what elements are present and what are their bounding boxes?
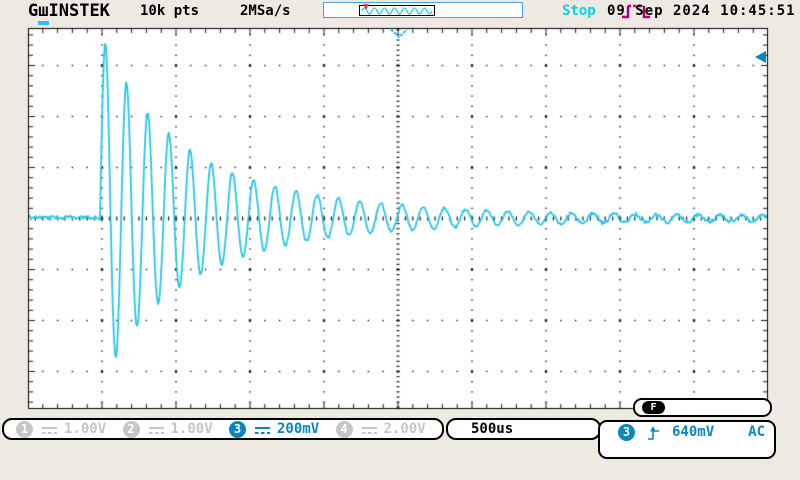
- dc-coupling-icon: [362, 427, 377, 435]
- dc-coupling-icon: [42, 427, 57, 435]
- logo-g: G: [28, 1, 38, 21]
- rising-edge-icon: [647, 425, 660, 441]
- channel-4-status[interactable]: 4 2.00V: [336, 421, 443, 438]
- memory-window: [359, 5, 435, 16]
- channel-1-scale: 1.00V: [64, 421, 106, 437]
- sample-rate-label: 2MSa/s: [240, 3, 291, 19]
- channel-2-badge: 2: [123, 421, 140, 438]
- datetime-label: 09 Sep 2024 10:45:51: [607, 3, 796, 19]
- memory-depth-label: 10k pts: [140, 3, 199, 19]
- trigger-info-box[interactable]: 3 640mV AC: [598, 420, 776, 459]
- trigger-level-value: 640mV: [672, 424, 714, 440]
- channel-2-scale: 1.00V: [171, 421, 213, 437]
- channel-4-scale: 2.00V: [384, 421, 426, 437]
- trigger-coupling-label: AC: [748, 424, 765, 440]
- channel-status-bar: 1 1.00V 2 1.00V 3 200mV 4 2.00V: [2, 418, 444, 440]
- gw-logo-w-icon: ш: [38, 1, 48, 25]
- memory-waveform-preview-icon: [360, 6, 434, 16]
- channel-3-scale: 200mV: [277, 421, 319, 437]
- timebase-scale: 500us: [471, 421, 513, 437]
- trigger-position-marker[interactable]: [389, 28, 409, 39]
- channel-3-badge: 3: [229, 421, 246, 438]
- logo-instek: INSTEK: [49, 1, 110, 21]
- gwinstek-logo: GшINSTEK: [28, 1, 110, 21]
- fine-indicator-box[interactable]: F: [633, 398, 772, 417]
- channel-1-status[interactable]: 1 1.00V: [16, 421, 123, 438]
- trigger-level-marker[interactable]: [755, 51, 766, 63]
- channel-4-badge: 4: [336, 421, 353, 438]
- channel-2-status[interactable]: 2 1.00V: [123, 421, 230, 438]
- dc-coupling-icon: [255, 427, 270, 435]
- memory-bar-indicator[interactable]: [323, 2, 523, 18]
- dc-coupling-icon: [149, 427, 164, 435]
- oscilloscope-screen: GшINSTEK 10k pts 2MSa/s Stop 09 Sep 2024…: [0, 0, 800, 480]
- fine-badge: F: [642, 401, 665, 414]
- trigger-source-badge: 3: [618, 424, 635, 441]
- channel-3-status[interactable]: 3 200mV: [229, 421, 336, 438]
- channel-1-badge: 1: [16, 421, 33, 438]
- timebase-box[interactable]: 500us: [446, 418, 601, 440]
- run-status-label: Stop: [562, 3, 596, 19]
- memory-trigger-position-icon: [363, 4, 369, 10]
